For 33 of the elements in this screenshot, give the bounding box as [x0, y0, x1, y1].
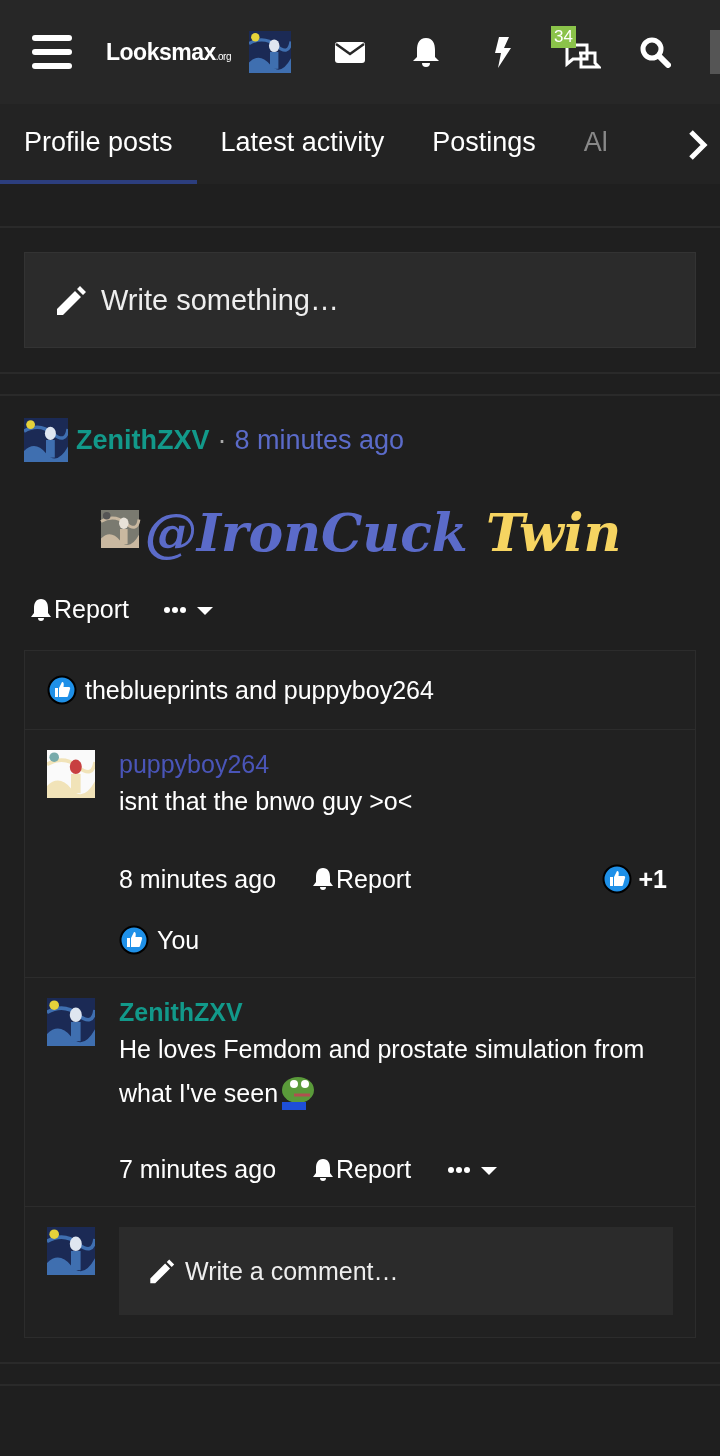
post-text: @IronCuck Twin: [144, 502, 622, 563]
username-link[interactable]: ZenithZXV: [119, 998, 673, 1027]
chevron-right-icon[interactable]: [686, 128, 710, 162]
comment-input-field[interactable]: Write a comment…: [119, 1227, 673, 1315]
timestamp-link[interactable]: 7 minutes ago: [119, 1155, 277, 1184]
thumbs-up-icon: [602, 864, 633, 894]
bell-icon: [312, 867, 335, 891]
comment-text: isnt that the bnwo guy >o<: [119, 786, 414, 817]
tab[interactable]: Postings: [408, 104, 560, 184]
report-button[interactable]: Report: [312, 864, 412, 894]
timestamp-link[interactable]: 8 minutes ago: [119, 864, 277, 894]
tab[interactable]: Al: [559, 104, 608, 184]
site-logo[interactable]: Looksmax.org: [106, 38, 231, 66]
username-link[interactable]: ZenithZXV: [76, 424, 210, 456]
thumbs-up-icon: [119, 925, 149, 955]
bell-icon: [30, 597, 52, 622]
report-button[interactable]: Report: [30, 595, 130, 624]
post-input-field[interactable]: Write something…: [24, 252, 696, 348]
tab[interactable]: Profile posts: [0, 104, 197, 184]
reaction-count-button[interactable]: +1: [596, 863, 673, 895]
comment-text: He loves Femdom and prostate simulation from what I've seen: [119, 1027, 673, 1115]
search-icon[interactable]: [639, 36, 671, 68]
thumbs-up-icon: [47, 675, 77, 705]
reactions-link[interactable]: theblueprints and puppyboy264: [85, 675, 434, 705]
separator-dot: ·: [217, 424, 227, 456]
scrollbar[interactable]: [710, 30, 720, 74]
pencil-icon: [147, 1257, 175, 1285]
reactions-link[interactable]: You: [157, 925, 200, 955]
menu-icon[interactable]: [32, 35, 72, 69]
count-badge: 34: [551, 26, 576, 48]
bell-icon: [312, 1157, 335, 1182]
tab[interactable]: Latest activity: [196, 104, 409, 184]
report-button[interactable]: Report: [312, 1155, 412, 1184]
